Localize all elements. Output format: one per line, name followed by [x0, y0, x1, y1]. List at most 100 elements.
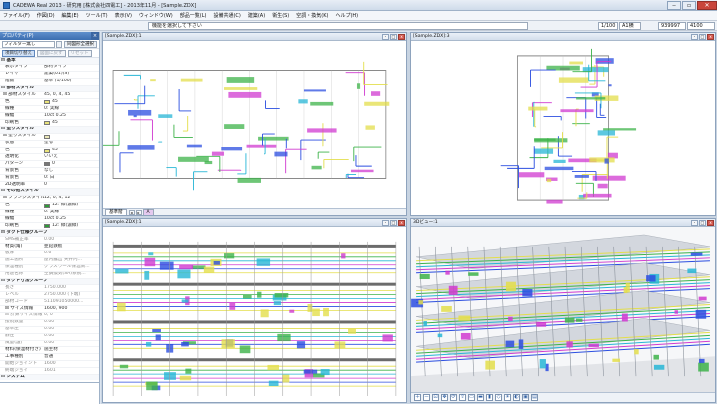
property-row[interactable]: 工事種別 普通	[0, 354, 99, 362]
view-minimize-button[interactable]: -	[691, 220, 698, 226]
render-icon[interactable]: ◐	[513, 394, 520, 401]
property-section[interactable]: ⊟ ダクト寸法グループ	[0, 278, 99, 286]
elevation-view-window[interactable]: [Sample.ZDX]:1 - □ x	[102, 218, 407, 403]
side-view-icon[interactable]: ▮	[486, 394, 493, 401]
property-row[interactable]: 用途名称 空調換気(SA)系統...	[0, 272, 99, 279]
menu-item-8[interactable]: 建築(A)	[248, 12, 265, 19]
property-row[interactable]: 色 45	[0, 148, 99, 155]
view-maximize-button[interactable]: □	[699, 34, 706, 40]
view-minimize-button[interactable]: -	[382, 220, 389, 226]
section-canvas[interactable]	[411, 41, 715, 215]
property-row[interactable]: 背景色 0: 白	[0, 175, 99, 183]
capture-icon[interactable]: ▣	[522, 394, 529, 401]
plan-canvas[interactable]	[103, 41, 406, 208]
iso-view-icon[interactable]: ◇	[495, 394, 502, 401]
front-view-icon[interactable]: ▭	[468, 394, 475, 401]
property-section[interactable]: ⊟ 部材スタイル	[0, 85, 99, 93]
property-row[interactable]: 基準圧 0.00	[0, 327, 99, 334]
property-row[interactable]: 風量(設) 0.00	[0, 341, 99, 348]
property-action-button-0[interactable]: 項目切り替え	[2, 49, 35, 57]
property-row[interactable]: ⊟ 塗りスタイル	[0, 134, 99, 141]
property-section[interactable]: ⊟ ダクト仕様グループ	[0, 230, 99, 238]
property-row[interactable]: SMS補正率 0.00	[0, 237, 99, 245]
sheet-next-icon[interactable]: ▸	[135, 209, 142, 215]
property-row[interactable]: 状態 塗る	[0, 141, 99, 148]
sheet-prev-icon[interactable]: ◂	[128, 209, 135, 215]
property-section[interactable]: ⊟ その他スタイル	[0, 188, 99, 196]
menu-item-1[interactable]: 作図(D)	[37, 12, 55, 19]
property-row[interactable]: 部材コード 511091050000...	[0, 299, 99, 307]
property-row[interactable]: 材質(角) 亜鉛鉄板	[0, 244, 99, 251]
property-section[interactable]: ⊟ 基本	[0, 58, 99, 65]
property-row[interactable]: 色 45	[0, 99, 99, 107]
view-close-button[interactable]: x	[707, 34, 714, 40]
walk-icon[interactable]: ⇧	[459, 394, 466, 401]
view-close-button[interactable]: x	[398, 220, 405, 226]
property-row[interactable]: 長さ 1750.000	[0, 285, 99, 293]
plan-view-window[interactable]: [Sample.ZDX]:1 - □ x 基準階 ◂ ▸ A	[102, 32, 407, 216]
menu-item-2[interactable]: 編集(E)	[62, 12, 79, 19]
property-row[interactable]: レイヤ 建築(01)(S)	[0, 72, 99, 79]
top-view-icon[interactable]: ▬	[477, 394, 484, 401]
property-row[interactable]: 保温種別 グラスウール保温筒...	[0, 265, 99, 272]
view-3d-window[interactable]: 3Dビュー:1 - □ x ＋－ ⊡ ✥ ⟳ ⇧ ▭ ▬ ▮ ◇ ☀ ◐ ▣ ▤	[410, 218, 716, 403]
select-same-button[interactable]: 同図形全選択	[64, 40, 97, 48]
view-close-button[interactable]: x	[707, 220, 714, 226]
property-row[interactable]: 施工箇所 屋内露出 天井内...	[0, 258, 99, 265]
scale-readout[interactable]: 1/100	[598, 22, 618, 30]
property-row[interactable]: 線種 0: 実線	[0, 210, 99, 217]
property-row[interactable]: 透明化 いいえ	[0, 154, 99, 162]
property-row[interactable]: 印刷色 12: 緑(濃緑)	[0, 223, 99, 231]
property-row[interactable]: レベル 2750.000 (下端)	[0, 292, 99, 300]
menu-item-10[interactable]: 空調・換気(K)	[296, 12, 328, 19]
property-section[interactable]: ⊟ システム	[0, 374, 99, 380]
property-filter-select[interactable]: フィルター無し	[2, 40, 55, 48]
property-row[interactable]: 表示タイプ 部材タイプ	[0, 65, 99, 72]
property-row[interactable]: 線種 0: 実線	[0, 106, 99, 114]
menu-item-3[interactable]: ツール(T)	[86, 12, 108, 19]
property-row[interactable]: 線幅 10ct 0.25	[0, 216, 99, 224]
zoom-out-icon[interactable]: －	[423, 394, 430, 401]
view-maximize-button[interactable]: □	[699, 220, 706, 226]
menu-item-0[interactable]: ファイル(F)	[3, 12, 30, 19]
property-row[interactable]: 板厚 0.6	[0, 251, 99, 258]
property-row[interactable]: 2D透明率 0	[0, 182, 99, 189]
property-row[interactable]: 色 12: 緑(濃緑)	[0, 203, 99, 210]
sheet-tab-floor[interactable]: 基準階	[105, 208, 127, 215]
property-row[interactable]: 接続数量 0.00	[0, 320, 99, 327]
view-3d-canvas[interactable]	[411, 227, 715, 392]
property-row[interactable]: パターン 0	[0, 161, 99, 169]
property-row[interactable]: 終端ジョイ 1601	[0, 368, 99, 375]
fit-icon[interactable]: ⊡	[432, 394, 439, 401]
property-row[interactable]: 線幅 10ct 0.25	[0, 113, 99, 121]
property-row[interactable]: 静圧 0.00	[0, 334, 99, 341]
section-view-window[interactable]: [Sample.ZDX]:3 - □ x	[410, 32, 716, 216]
minimize-button[interactable]: ‒	[667, 0, 681, 10]
property-row[interactable]: 材料(保温材付き) 施主材	[0, 347, 99, 355]
elevation-canvas[interactable]	[103, 227, 406, 402]
menu-item-4[interactable]: 表示(V)	[115, 12, 132, 19]
menu-item-6[interactable]: 部品一覧(L)	[180, 12, 207, 19]
panel-close-icon[interactable]: ×	[91, 32, 99, 40]
save-icon[interactable]: ▤	[531, 394, 538, 401]
property-row[interactable]: ⊟ サイズ情報 1600, 900	[0, 306, 99, 313]
view-minimize-button[interactable]: -	[382, 34, 389, 40]
view-close-button[interactable]: x	[398, 34, 405, 40]
property-action-button-1[interactable]: 図面に戻す	[37, 49, 66, 57]
light-icon[interactable]: ☀	[504, 394, 511, 401]
pan-icon[interactable]: ✥	[441, 394, 448, 401]
property-section[interactable]: ⊟ 塗りスタイル	[0, 126, 99, 134]
menu-item-9[interactable]: 衛生(S)	[272, 12, 289, 19]
rotate-icon[interactable]: ⟳	[450, 394, 457, 401]
view-maximize-button[interactable]: □	[390, 34, 397, 40]
property-row[interactable]: 背景色 なし	[0, 168, 99, 176]
menu-item-7[interactable]: 設備共通(C)	[213, 12, 240, 19]
filter-dropdown-icon[interactable]	[55, 40, 62, 48]
view-minimize-button[interactable]: -	[691, 34, 698, 40]
zoom-in-icon[interactable]: ＋	[414, 394, 421, 401]
close-button[interactable]: ✕	[697, 0, 717, 10]
property-row[interactable]: ⊟ 計算サイズ情報 0, 0	[0, 313, 99, 320]
property-row[interactable]: ⊟ フランジスタイル 12, 0, 4, 12	[0, 196, 99, 203]
property-action-button-2[interactable]: リセット	[67, 49, 92, 57]
menu-item-5[interactable]: ウィンドウ(W)	[139, 12, 173, 19]
